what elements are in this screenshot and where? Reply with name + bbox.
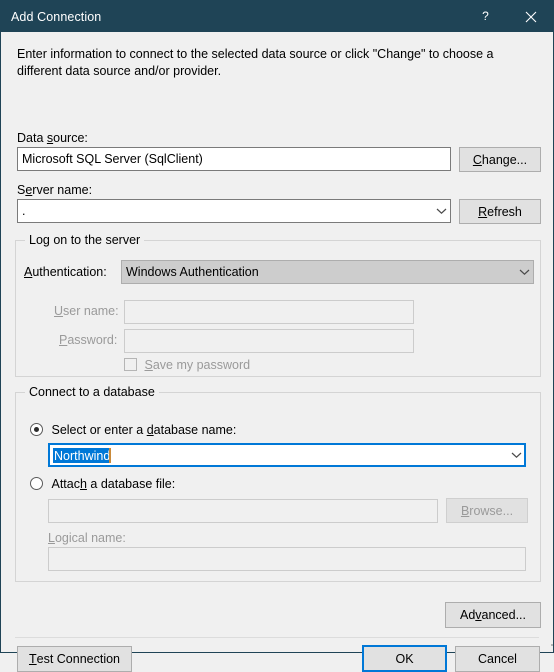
select-database-label: Select or enter a database name: — [51, 423, 237, 437]
svg-text:?: ? — [482, 10, 489, 23]
text-caret — [109, 447, 112, 463]
logon-group-title: Log on to the server — [25, 233, 145, 247]
data-source-field[interactable]: Microsoft SQL Server (SqlClient) — [17, 147, 451, 171]
authentication-combo[interactable]: Windows Authentication — [121, 260, 534, 284]
data-source-label: Data source: — [17, 131, 88, 145]
checkbox-box — [124, 358, 137, 371]
ok-button[interactable]: OK — [362, 645, 447, 672]
close-icon[interactable] — [508, 1, 553, 32]
authentication-label: Authentication: — [24, 265, 107, 279]
attach-database-label: Attach a database file: — [51, 477, 176, 491]
help-icon[interactable]: ? — [463, 1, 508, 32]
window-title: Add Connection — [11, 9, 102, 24]
password-input — [124, 329, 414, 353]
cancel-button[interactable]: Cancel — [455, 646, 540, 672]
database-file-input — [48, 499, 438, 523]
select-database-radio[interactable]: Select or enter a database name: — [30, 423, 236, 437]
server-name-label: Server name: — [17, 183, 93, 197]
database-name-value: Northwind — [53, 447, 111, 463]
chevron-down-icon[interactable] — [508, 444, 525, 466]
data-source-value: Microsoft SQL Server (SqlClient) — [22, 152, 203, 166]
change-button[interactable]: Change... — [459, 147, 541, 172]
chevron-down-icon[interactable] — [433, 200, 450, 222]
browse-button: Browse... — [446, 498, 528, 523]
test-connection-button[interactable]: Test Connection — [17, 646, 132, 672]
refresh-button[interactable]: Refresh — [459, 199, 541, 224]
advanced-button[interactable]: Ad v anced... — [445, 602, 541, 628]
logical-name-input — [48, 547, 526, 571]
title-bar: Add Connection ? — [1, 1, 553, 32]
attach-database-radio[interactable]: Attach a database file: — [30, 477, 175, 491]
user-name-input — [124, 300, 414, 324]
save-password-label: Save my password — [144, 358, 251, 372]
database-group-title: Connect to a database — [25, 385, 159, 399]
server-name-value: . — [22, 204, 26, 218]
database-group: Connect to a database Select or enter a … — [15, 385, 541, 582]
authentication-value: Windows Authentication — [126, 265, 259, 279]
add-connection-dialog: Add Connection ? Enter information to co… — [0, 0, 554, 672]
chevron-down-icon[interactable] — [516, 261, 533, 283]
footer-divider — [15, 637, 539, 638]
intro-text: Enter information to connect to the sele… — [17, 47, 494, 78]
logon-group: Log on to the server Authentication: Win… — [15, 233, 541, 377]
dialog-body: Enter information to connect to the sele… — [1, 32, 553, 672]
password-label: Password: — [59, 333, 118, 347]
database-name-combo[interactable]: Northwind — [48, 443, 526, 467]
logical-name-label: Logical name: — [48, 531, 126, 545]
radio-button[interactable] — [30, 477, 43, 490]
server-name-combo[interactable]: . — [17, 199, 451, 223]
user-name-label: User name: — [54, 304, 119, 318]
save-password-checkbox: Save my password — [124, 358, 250, 372]
radio-button[interactable] — [30, 423, 43, 436]
